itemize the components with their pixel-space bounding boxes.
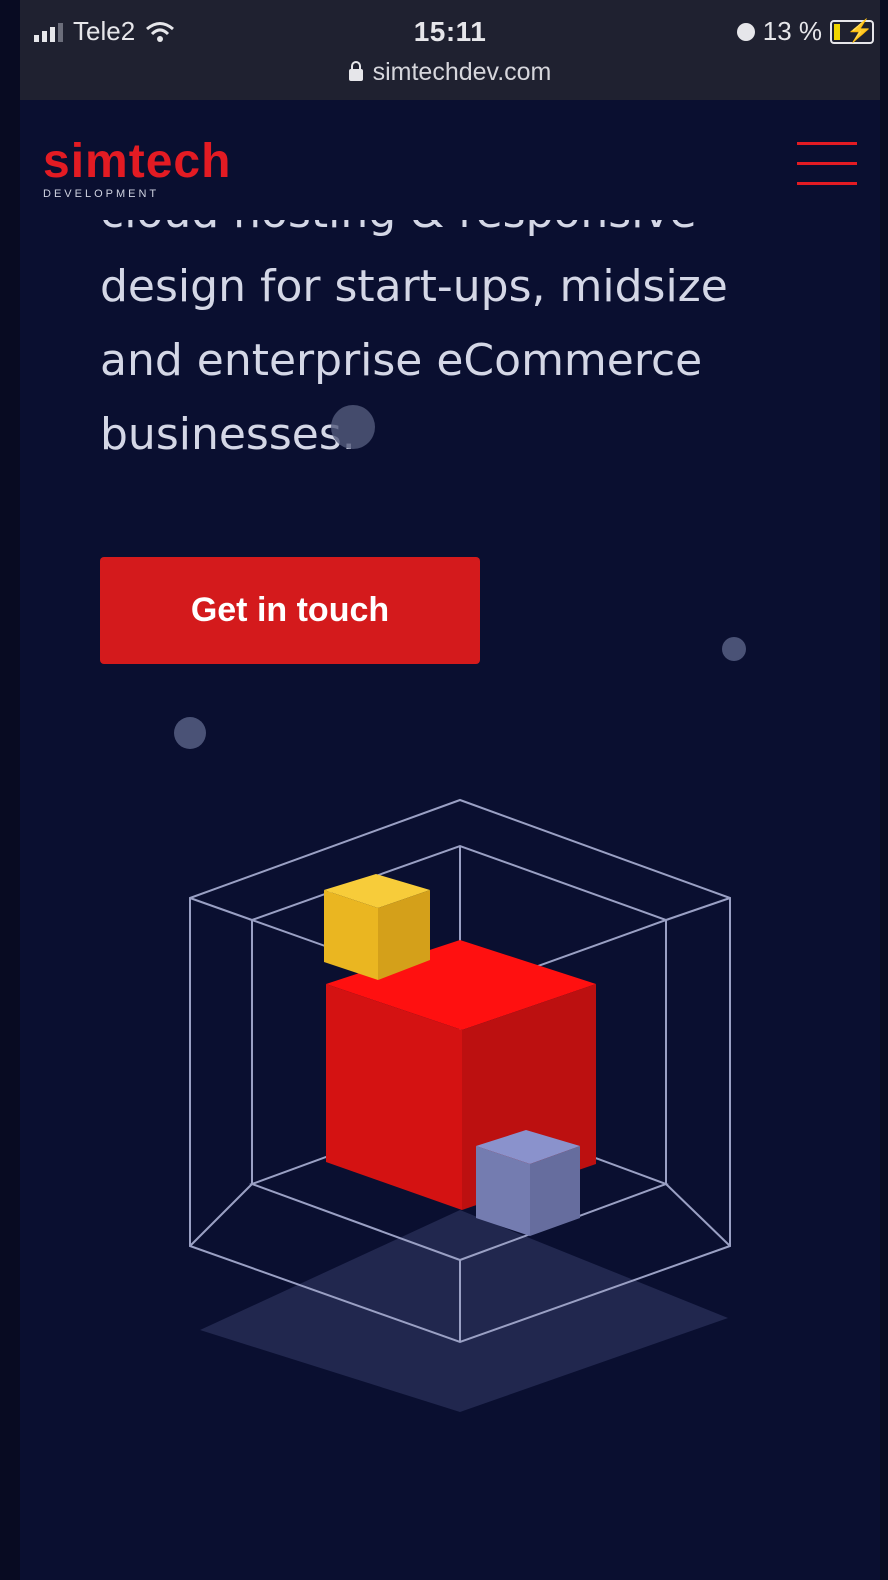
status-right: 13 % ⚡ <box>736 16 874 47</box>
battery-icon: ⚡ <box>830 18 874 44</box>
floor-shadow <box>200 1210 728 1412</box>
menu-icon[interactable] <box>797 142 857 192</box>
screen-edge-right <box>880 0 888 1580</box>
decorative-dot <box>722 637 746 661</box>
url-text: simtechdev.com <box>372 58 552 86</box>
yellow-cube <box>324 874 430 980</box>
blue-cube <box>476 1130 580 1236</box>
logo-subtitle: DEVELOPMENT <box>43 188 160 200</box>
hero-line: businesses. <box>100 409 356 460</box>
decorative-dot <box>331 405 375 449</box>
cubes-illustration <box>189 798 731 1412</box>
get-in-touch-button[interactable]: Get in touch <box>100 557 480 664</box>
hero-text: cloud hosting & responsive design for st… <box>100 220 800 472</box>
screen-edge-left <box>0 0 20 1580</box>
hero-line: and enterprise eCommerce <box>100 335 703 386</box>
lock-icon <box>348 61 363 81</box>
logo-wordmark: simtech <box>43 135 232 188</box>
address-bar[interactable]: simtechdev.com <box>20 58 880 87</box>
battery-percent: 13 % <box>762 16 822 46</box>
hero-line: design for start-ups, midsize <box>100 261 728 312</box>
decorative-dot <box>174 717 206 749</box>
alarm-icon <box>736 22 755 41</box>
hero-line-partial: cloud hosting & responsive <box>100 220 800 250</box>
status-bar: Tele2 15:11 simtechdev.com 13 % ⚡ <box>20 0 880 100</box>
site-logo[interactable]: simtech DEVELOPMENT <box>43 135 232 201</box>
